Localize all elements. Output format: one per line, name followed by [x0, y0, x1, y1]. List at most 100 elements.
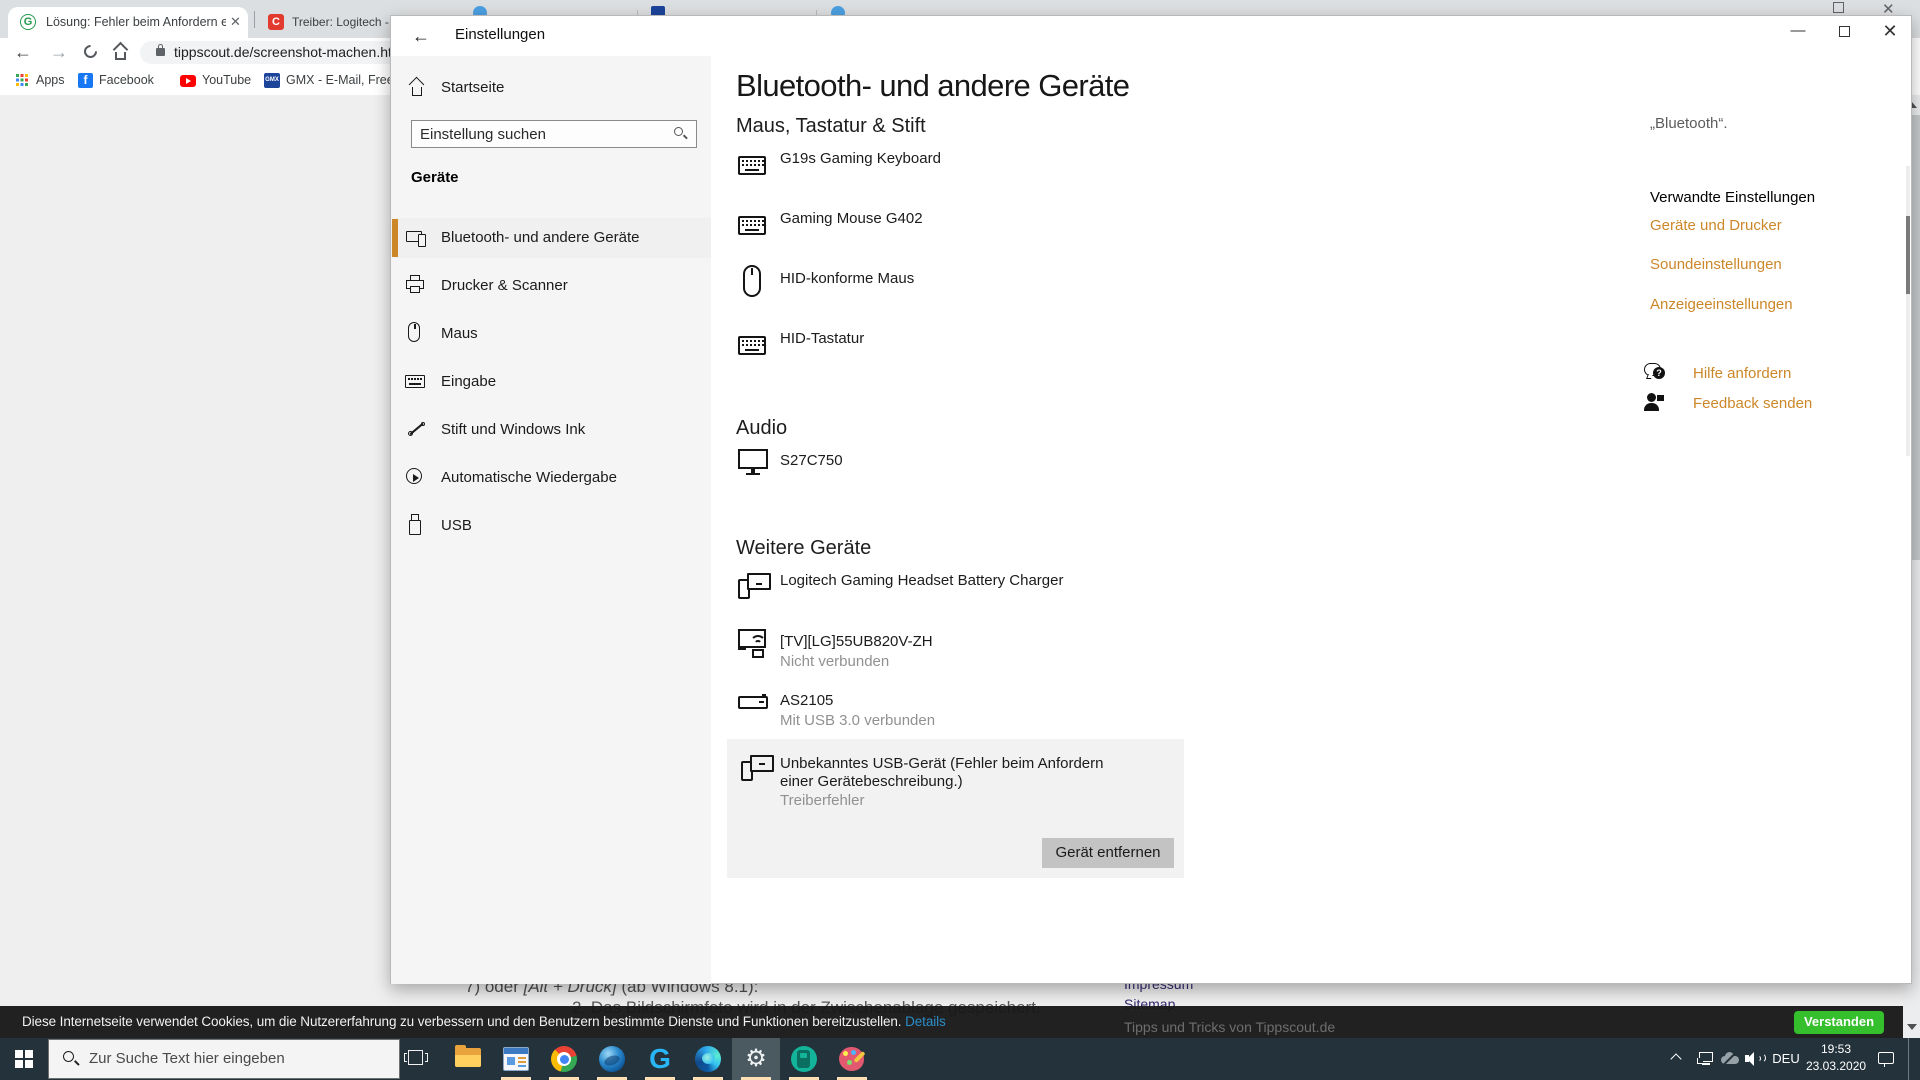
- help-icon: ?: [1644, 361, 1670, 385]
- tray-onedrive-icon[interactable]: [1721, 1051, 1741, 1066]
- sidebar-item-printer[interactable]: Drucker & Scanner: [391, 271, 711, 301]
- sidebar-item-mouse[interactable]: Maus: [391, 319, 711, 349]
- tray-time[interactable]: 19:53: [1806, 1042, 1866, 1057]
- task-view-icon[interactable]: [404, 1048, 430, 1070]
- taskbar-app-blue-orb[interactable]: [588, 1038, 636, 1080]
- keyboard-icon: [738, 156, 768, 177]
- device-row[interactable]: G19s Gaming Keyboard: [736, 149, 1236, 189]
- monitor-icon: [738, 449, 770, 477]
- sidebar-home-label: Startseite: [441, 79, 505, 96]
- device-name: Gaming Mouse G402: [780, 210, 923, 227]
- sidebar-item-bluetooth[interactable]: Bluetooth- und andere Geräte: [391, 223, 711, 253]
- sidebar-item-home[interactable]: Startseite: [391, 73, 711, 103]
- windows-logo-icon: [15, 1050, 23, 1058]
- mouse-icon: [743, 265, 763, 301]
- file-explorer-icon: [455, 1045, 481, 1067]
- cookie-details-link[interactable]: Details: [905, 1014, 946, 1029]
- device-row[interactable]: [TV][LG]55UB820V-ZH Nicht verbunden: [736, 629, 1296, 682]
- sidebar-label-printer: Drucker & Scanner: [441, 277, 568, 294]
- get-help-link[interactable]: Hilfe anfordern: [1693, 364, 1791, 383]
- tab-close-icon[interactable]: ✕: [230, 14, 241, 30]
- apps-grid-icon[interactable]: [16, 74, 28, 86]
- scrollbar-down-arrow[interactable]: [1907, 1024, 1917, 1030]
- close-button[interactable]: ✕: [1867, 16, 1913, 46]
- taskbar-app-teal[interactable]: [780, 1038, 828, 1080]
- keyboard-icon: [738, 216, 768, 237]
- device-row[interactable]: HID-konforme Maus: [736, 265, 1236, 313]
- device-row[interactable]: S27C750: [736, 449, 1236, 491]
- bookmark-facebook[interactable]: Facebook: [99, 73, 154, 88]
- gear-icon: ⚙: [745, 1045, 767, 1072]
- device-row[interactable]: AS2105 Mit USB 3.0 verbunden: [736, 691, 1296, 741]
- settings-back-icon[interactable]: ←: [407, 22, 435, 50]
- edge-icon: [695, 1046, 721, 1072]
- devices-combo-icon: [738, 569, 774, 603]
- link-devices-printers[interactable]: Geräte und Drucker: [1650, 216, 1782, 235]
- taskbar-app-explorer[interactable]: [444, 1038, 492, 1080]
- bookmark-apps[interactable]: Apps: [36, 73, 65, 88]
- usb-icon: [408, 514, 424, 538]
- maximize-button[interactable]: [1821, 16, 1867, 46]
- section-heading-mks: Maus, Tastatur & Stift: [736, 115, 926, 137]
- sidebar-label-bluetooth: Bluetooth- und andere Geräte: [441, 229, 640, 246]
- taskbar-app-logitech[interactable]: G: [636, 1038, 684, 1080]
- taskbar-app-settings[interactable]: ⚙: [732, 1038, 780, 1080]
- sidebar-item-pen[interactable]: Stift und Windows Ink: [391, 415, 711, 445]
- tab-title: Lösung: Fehler beim Anfordern e: [46, 15, 226, 29]
- taskbar-app-chrome[interactable]: [540, 1038, 588, 1080]
- forward-icon[interactable]: →: [50, 42, 68, 63]
- link-display-settings[interactable]: Anzeigeeinstellungen: [1650, 295, 1793, 314]
- taskbar-app-edge[interactable]: [684, 1038, 732, 1080]
- cookie-banner: Diese Internetseite verwendet Cookies, u…: [0, 1006, 1903, 1038]
- bookmark-gmx[interactable]: GMX - E-Mail, Free...: [286, 73, 404, 88]
- document-app-icon: [503, 1047, 529, 1071]
- device-row[interactable]: Gaming Mouse G402: [736, 209, 1236, 249]
- taskbar-app-paint[interactable]: [828, 1038, 876, 1080]
- logitech-g-icon: G: [649, 1043, 671, 1074]
- taskbar-app-document[interactable]: [492, 1038, 540, 1080]
- tray-chevron-icon[interactable]: [1670, 1052, 1684, 1066]
- action-center-icon[interactable]: [1878, 1050, 1898, 1068]
- youtube-icon[interactable]: [180, 75, 196, 87]
- tray-network-icon[interactable]: [1697, 1050, 1717, 1068]
- bluetooth-devices-icon: [406, 228, 428, 248]
- settings-search-box[interactable]: Einstellung suchen: [411, 120, 697, 148]
- sidebar-item-typing[interactable]: Eingabe: [391, 367, 711, 397]
- printer-icon: [406, 275, 426, 297]
- chrome-icon: [551, 1046, 577, 1072]
- teal-app-icon: [791, 1046, 817, 1072]
- tab-title-2[interactable]: Treiber: Logitech - D: [292, 15, 396, 31]
- bookmark-youtube[interactable]: YouTube: [202, 73, 251, 88]
- show-desktop-separator[interactable]: [1908, 1038, 1909, 1080]
- related-settings-heading: Verwandte Einstellungen: [1650, 189, 1816, 206]
- minimize-button[interactable]: —: [1775, 16, 1821, 46]
- facebook-icon[interactable]: f: [78, 73, 93, 88]
- gmx-icon[interactable]: GMX: [264, 73, 280, 88]
- settings-scrollbar-track[interactable]: [1906, 166, 1910, 456]
- page-footer-note: Tipps und Tricks von Tippscout.de: [1124, 1019, 1336, 1035]
- device-card-selected[interactable]: Unbekanntes USB-Gerät (Fehler beim Anfor…: [727, 739, 1184, 878]
- sidebar-item-autoplay[interactable]: Automatische Wiedergabe: [391, 463, 711, 493]
- blue-orb-app-icon: [599, 1046, 625, 1072]
- tray-language[interactable]: DEU: [1768, 1051, 1804, 1067]
- start-button[interactable]: [0, 1038, 48, 1080]
- browser-tab-active[interactable]: G Lösung: Fehler beim Anfordern e ✕: [8, 7, 248, 38]
- cookie-text: Diese Internetseite verwendet Cookies, u…: [22, 1014, 946, 1029]
- send-feedback-link[interactable]: Feedback senden: [1693, 394, 1812, 413]
- taskbar-search-box[interactable]: Zur Suche Text hier eingeben: [48, 1039, 400, 1079]
- settings-scrollbar-thumb[interactable]: [1906, 216, 1910, 294]
- back-icon[interactable]: ←: [14, 42, 32, 63]
- link-sound-settings[interactable]: Soundeinstellungen: [1650, 255, 1782, 274]
- device-row[interactable]: HID-Tastatur: [736, 329, 1236, 369]
- cookie-accept-button[interactable]: Verstanden: [1794, 1011, 1884, 1034]
- sidebar-label-usb: USB: [441, 517, 472, 534]
- tray-date[interactable]: 23.03.2020: [1806, 1059, 1866, 1074]
- tray-volume-icon[interactable]: [1745, 1050, 1766, 1068]
- remove-device-button[interactable]: Gerät entfernen: [1042, 838, 1174, 868]
- sidebar-section-heading: Geräte: [411, 169, 459, 186]
- home-icon[interactable]: [112, 41, 130, 60]
- browser-maximize-icon[interactable]: [1833, 2, 1844, 13]
- sidebar-item-usb[interactable]: USB: [391, 511, 711, 541]
- device-row[interactable]: Logitech Gaming Headset Battery Charger: [736, 571, 1296, 615]
- page-title: Bluetooth- und andere Geräte: [736, 68, 1130, 103]
